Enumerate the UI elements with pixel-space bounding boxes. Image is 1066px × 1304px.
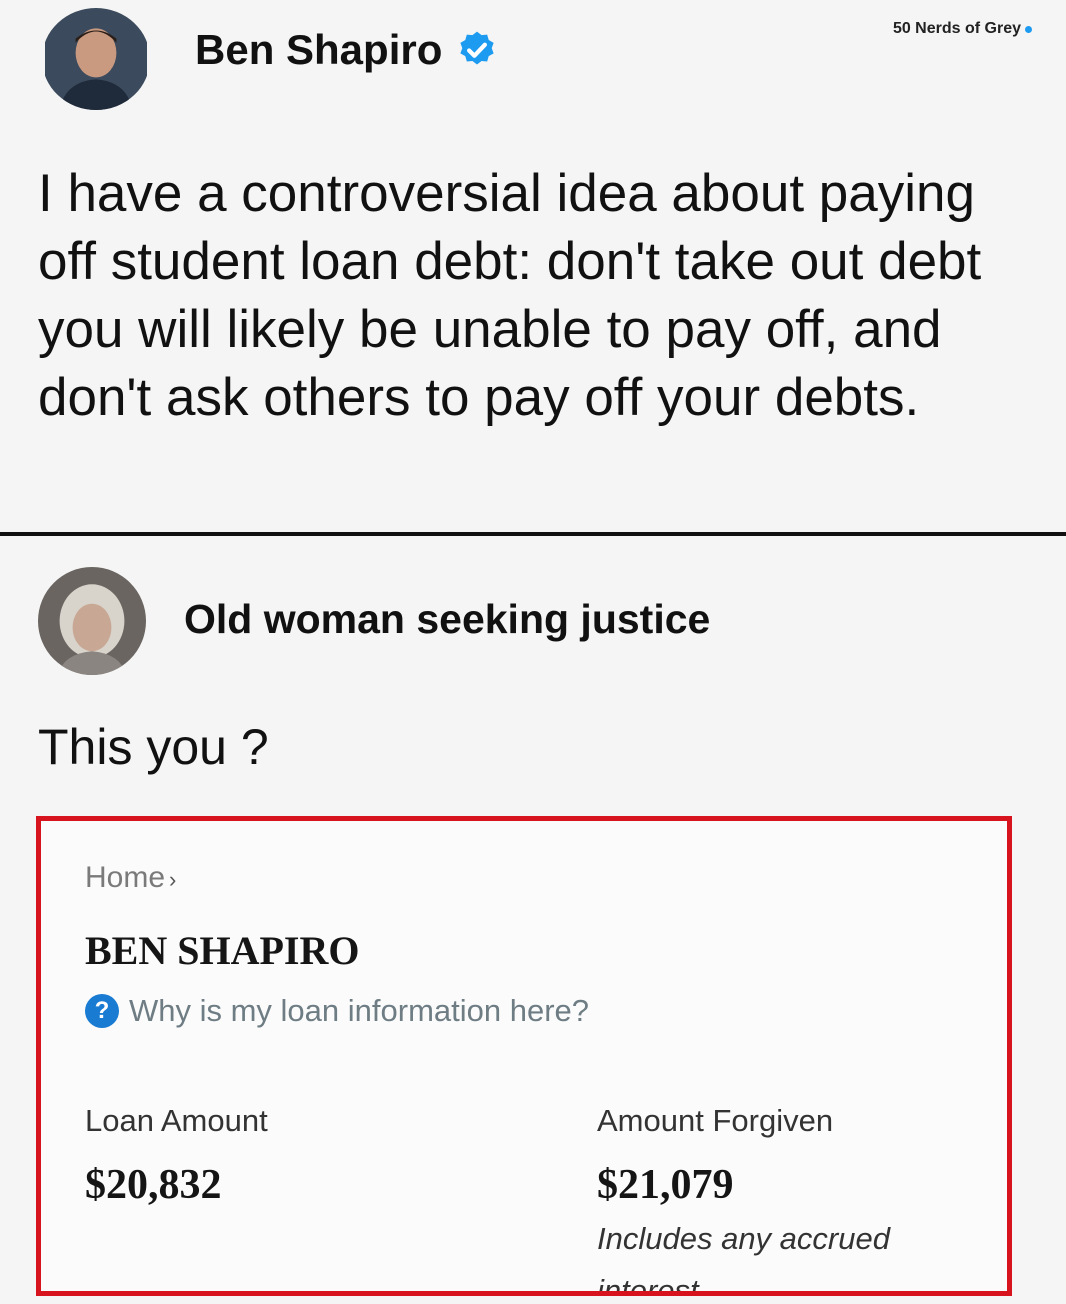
help-link-text[interactable]: Why is my loan information here? bbox=[129, 993, 589, 1029]
breadcrumb-home[interactable]: Home bbox=[85, 861, 165, 894]
divider bbox=[0, 532, 1066, 536]
watermark-dot-icon bbox=[1025, 25, 1032, 33]
reply-author-avatar[interactable] bbox=[38, 567, 146, 675]
help-link[interactable]: ? Why is my loan information here? bbox=[85, 993, 589, 1029]
loan-screenshot: Home › BEN SHAPIRO ? Why is my loan infor… bbox=[36, 816, 1012, 1296]
borrower-name: BEN SHAPIRO bbox=[85, 928, 360, 973]
verified-badge-icon bbox=[460, 31, 494, 65]
amount-forgiven-label: Amount Forgiven bbox=[597, 1103, 834, 1138]
breadcrumb[interactable]: Home › bbox=[85, 861, 176, 895]
watermark-text: 50 Nerds of Grey bbox=[892, 20, 1021, 37]
watermark: 50 Nerds of Grey bbox=[893, 20, 1032, 38]
question-icon: ? bbox=[85, 994, 119, 1028]
reply-author[interactable]: Old woman seeking justice bbox=[184, 596, 710, 643]
breadcrumb-chevron-icon: › bbox=[169, 867, 177, 892]
forgiven-note: Includes any accrued interest bbox=[597, 1221, 890, 1296]
reply-text: This you ? bbox=[38, 719, 269, 775]
post-author[interactable]: Ben Shapiro bbox=[195, 26, 498, 74]
post-text: I have a controversial idea about paying… bbox=[38, 164, 982, 427]
post-author-avatar[interactable] bbox=[42, 8, 150, 110]
post-author-name[interactable]: Ben Shapiro bbox=[195, 26, 442, 74]
amount-forgiven-value: $21,079 bbox=[597, 1162, 734, 1208]
loan-amount-value: $20,832 bbox=[85, 1162, 222, 1208]
loan-amount-label: Loan Amount bbox=[85, 1103, 268, 1138]
